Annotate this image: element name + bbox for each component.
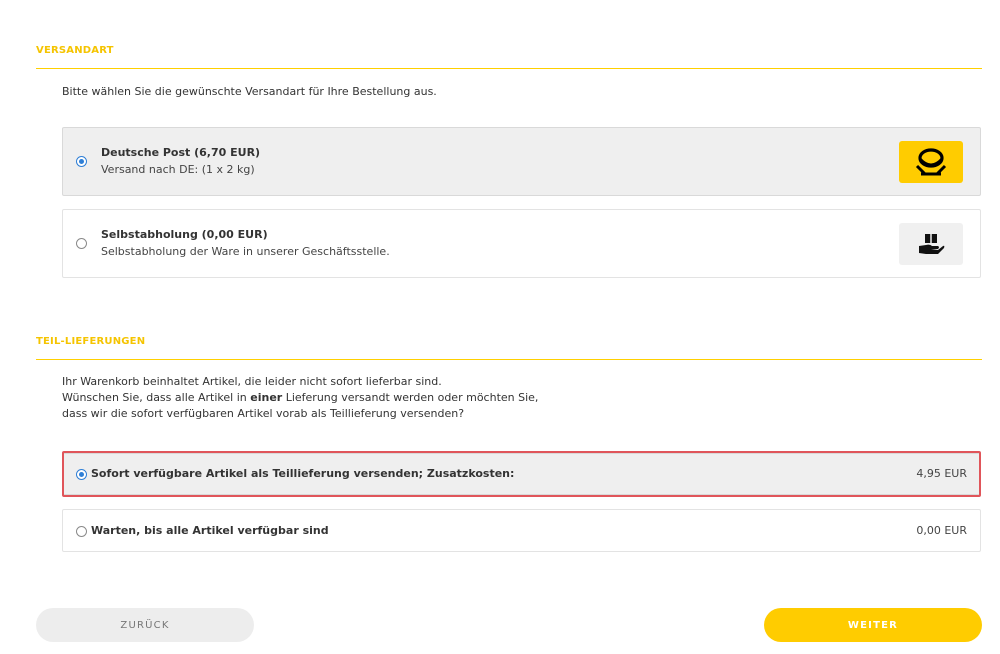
partial-intro-line: dass wir die sofort verfügbaren Artikel … xyxy=(62,407,465,420)
partial-section-divider xyxy=(36,359,982,360)
back-button[interactable]: ZURÜCK xyxy=(36,608,254,642)
partial-intro: Ihr Warenkorb beinhaltet Artikel, die le… xyxy=(62,374,538,422)
partial-intro-emphasis: einer xyxy=(250,391,283,404)
partial-intro-line: Ihr Warenkorb beinhaltet Artikel, die le… xyxy=(62,375,442,388)
partial-option-label: Warten, bis alle Artikel verfügbar sind xyxy=(91,524,329,537)
partial-option-send-now[interactable]: Sofort verfügbare Artikel als Teilliefer… xyxy=(62,453,981,495)
shipping-radio-selbstabholung[interactable] xyxy=(76,238,87,249)
shipping-option-subtitle: Versand nach DE: (1 x 2 kg) xyxy=(101,163,255,176)
partial-intro-line: Wünschen Sie, dass alle Artikel in einer… xyxy=(62,390,538,406)
shipping-section-title: VERSANDART xyxy=(36,45,114,56)
shipping-option-selbstabholung[interactable]: Selbstabholung (0,00 EUR) Selbstabholung… xyxy=(62,209,981,278)
shipping-section-divider xyxy=(36,68,982,69)
partial-option-price: 0,00 EUR xyxy=(916,524,967,537)
partial-option-price: 4,95 EUR xyxy=(916,467,967,480)
partial-intro-text: Wünschen Sie, dass alle Artikel in xyxy=(62,391,251,404)
shipping-intro: Bitte wählen Sie die gewünschte Versanda… xyxy=(62,85,437,98)
partial-radio-wait[interactable] xyxy=(76,526,87,537)
shipping-option-title: Selbstabholung (0,00 EUR) xyxy=(101,228,268,241)
partial-option-wait[interactable]: Warten, bis alle Artikel verfügbar sind … xyxy=(62,509,981,552)
partial-option-label: Sofort verfügbare Artikel als Teilliefer… xyxy=(91,467,515,480)
shipping-radio-deutsche-post[interactable] xyxy=(76,156,87,167)
next-button[interactable]: WEITER xyxy=(764,608,982,642)
partial-radio-send-now[interactable] xyxy=(76,469,87,480)
shipping-option-subtitle: Selbstabholung der Ware in unserer Gesch… xyxy=(101,245,390,258)
shipping-option-title: Deutsche Post (6,70 EUR) xyxy=(101,146,261,159)
partial-section-title: TEIL-LIEFERUNGEN xyxy=(36,336,146,347)
deutsche-post-horn-icon xyxy=(899,141,963,183)
hand-package-icon xyxy=(899,223,963,265)
shipping-option-deutsche-post[interactable]: Deutsche Post (6,70 EUR) Versand nach DE… xyxy=(62,127,981,196)
partial-intro-text: Lieferung versandt werden oder möchten S… xyxy=(282,391,539,404)
